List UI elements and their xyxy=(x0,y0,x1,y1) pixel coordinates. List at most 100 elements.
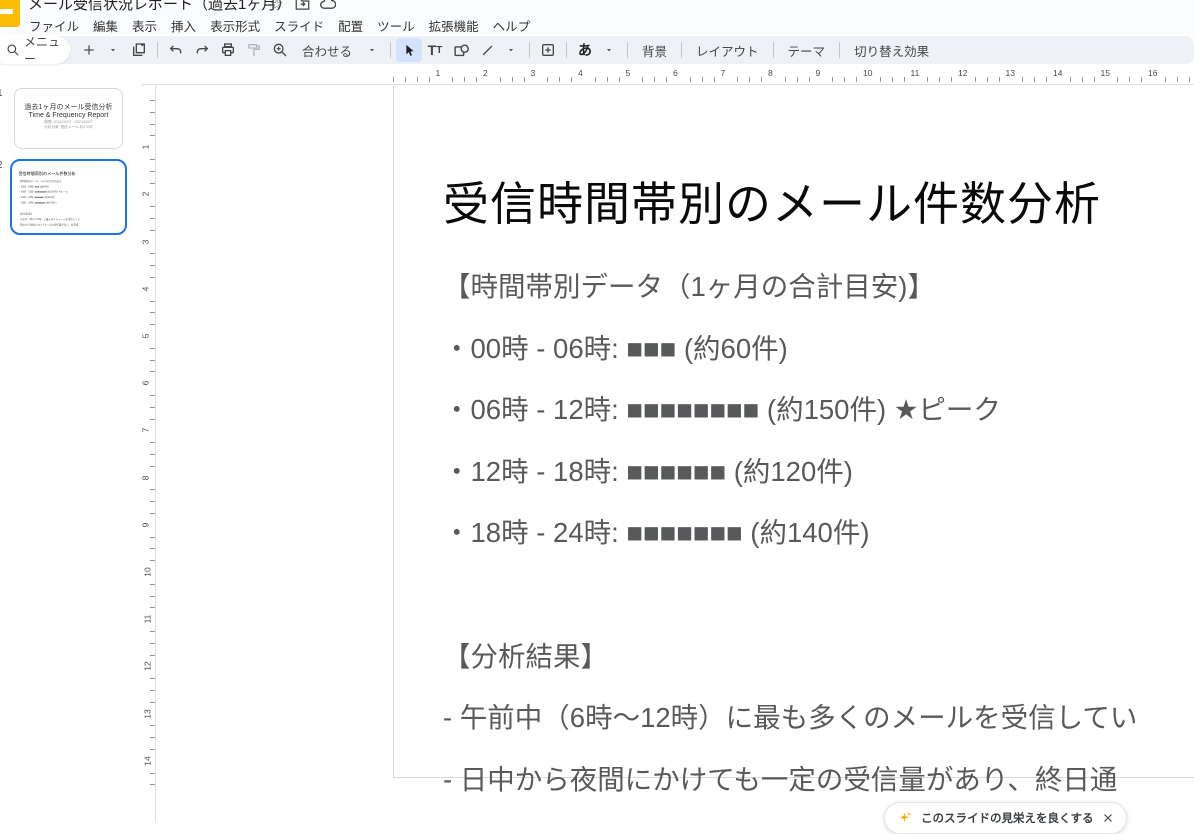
shape-tool-button[interactable] xyxy=(448,38,474,62)
polish-slide-label: このスライドの見栄えを良くする xyxy=(921,810,1094,826)
toolbar-tools: 合わせる TT あ 背景 レイアウト テーマ 切り替え効果 xyxy=(76,36,938,64)
h-ruler-number: 7 xyxy=(721,68,726,78)
vertical-ruler: 1234567891011121314 xyxy=(141,84,156,822)
slide-2-thumbnail-selected[interactable]: 受信時間帯別のメール件数分析 【時間帯別データ（1ヶ月の合計目安)】・00時 -… xyxy=(10,159,127,235)
v-ruler-number: 1 xyxy=(140,145,150,150)
search-menu-pill[interactable]: メニュー xyxy=(0,36,70,64)
line-tool-dropdown-icon[interactable] xyxy=(498,38,524,62)
v-ruler-number: 12 xyxy=(143,662,153,671)
slide-title[interactable]: 受信時間帯別のメール件数分析 xyxy=(443,168,1101,234)
menu-extensions[interactable]: 拡張機能 xyxy=(422,14,486,37)
menu-arrange[interactable]: 配置 xyxy=(331,14,370,37)
h-ruler-tick xyxy=(987,77,988,82)
insert-comment-button[interactable] xyxy=(535,38,561,62)
v-ruler-number: 3 xyxy=(140,239,150,244)
document-title[interactable]: メール受信状況レポート（過去1ヶ月） xyxy=(28,0,291,14)
thumb1-meta2: 分析対象: 受信メール 約470件 xyxy=(20,124,116,129)
v-ruler-number: 14 xyxy=(143,756,153,765)
h-ruler-tick xyxy=(714,77,715,82)
h-ruler-tick xyxy=(1022,77,1023,82)
thumb2-slide-body: 【時間帯別データ（1ヶ月の合計目安)】・00時 - 06時: ■■■ (約60件… xyxy=(18,179,80,228)
select-tool-button[interactable] xyxy=(396,38,422,62)
close-icon[interactable] xyxy=(1102,812,1114,824)
toolbar-separator xyxy=(157,42,158,58)
theme-button[interactable]: テーマ xyxy=(779,41,835,60)
toolbar-separator xyxy=(390,42,391,58)
h-ruler-number: 6 xyxy=(673,68,678,78)
layout-button[interactable]: レイアウト xyxy=(687,41,768,60)
body-line-18-24: ・18時 - 24時: ■■■■■■■ (約140件) xyxy=(443,510,1194,572)
h-ruler-tick xyxy=(524,77,525,82)
input-tools-button[interactable]: あ xyxy=(572,38,598,62)
toolbar-separator xyxy=(773,42,774,58)
h-ruler-tick xyxy=(690,77,691,82)
ruler-edge-line xyxy=(155,84,156,822)
slide-body-text[interactable]: 【時間帯別データ（1ヶ月の合計目安)】 ・00時 - 06時: ■■■ (約60… xyxy=(443,264,1194,818)
menus-search-label[interactable]: メニュー xyxy=(24,33,70,67)
new-slide-plus-button[interactable] xyxy=(76,38,102,62)
h-ruler-number: 9 xyxy=(816,68,821,78)
menu-edit[interactable]: 編集 xyxy=(86,14,125,37)
undo-button[interactable] xyxy=(163,38,189,62)
h-ruler-number: 2 xyxy=(483,68,488,78)
new-presentation-icon[interactable] xyxy=(126,38,152,62)
input-tools-dropdown-icon[interactable] xyxy=(596,38,622,62)
h-ruler-number: 15 xyxy=(1101,68,1110,78)
h-ruler-tick xyxy=(975,77,976,82)
body-line-blank xyxy=(443,572,1194,634)
h-ruler-tick xyxy=(785,77,786,82)
zoom-fit-label[interactable]: 合わせる xyxy=(293,41,361,60)
print-button[interactable] xyxy=(215,38,241,62)
transition-button[interactable]: 切り替え効果 xyxy=(845,41,938,60)
thumb1-subtitle: Time & Frequency Report xyxy=(15,112,122,119)
horizontal-ruler: 12345678910111213141516 xyxy=(0,66,1194,84)
body-line-00-06: ・00時 - 06時: ■■■ (約60件) xyxy=(443,326,1194,388)
toolbar-separator xyxy=(681,42,682,58)
body-line-analysis-heading: 【分析結果】 xyxy=(443,634,1194,696)
h-ruler-tick xyxy=(1189,77,1190,82)
new-slide-dropdown-icon[interactable] xyxy=(100,38,126,62)
menu-tools[interactable]: ツール xyxy=(370,14,422,37)
paint-format-button[interactable] xyxy=(241,38,267,62)
h-ruler-tick xyxy=(1070,77,1071,82)
h-ruler-number: 8 xyxy=(768,68,773,78)
h-ruler-tick xyxy=(393,77,394,82)
menu-view[interactable]: 表示 xyxy=(125,14,164,37)
h-ruler-tick xyxy=(607,77,608,82)
h-ruler-tick xyxy=(595,77,596,82)
polish-slide-suggestion-pill[interactable]: このスライドの見栄えを良くする xyxy=(884,802,1127,834)
h-ruler-tick xyxy=(856,77,857,82)
h-ruler-tick xyxy=(761,77,762,82)
menu-help[interactable]: ヘルプ xyxy=(486,14,538,37)
text-box-button[interactable]: TT xyxy=(422,38,448,62)
h-ruler-tick xyxy=(642,77,643,82)
move-folder-icon[interactable] xyxy=(295,0,310,10)
redo-button[interactable] xyxy=(189,38,215,62)
h-ruler-tick xyxy=(951,77,952,82)
v-ruler-number: 2 xyxy=(140,192,150,197)
star-icon[interactable]: ☆ xyxy=(270,0,283,13)
h-ruler-number: 12 xyxy=(958,68,967,78)
h-ruler-tick xyxy=(405,77,406,82)
h-ruler-tick xyxy=(571,77,572,82)
h-ruler-tick xyxy=(1046,77,1047,82)
zoom-fit-dropdown-icon[interactable] xyxy=(359,38,385,62)
h-ruler-tick xyxy=(512,77,513,82)
slide-1-thumbnail[interactable]: 過去1ヶ月のメール受信分析 Time & Frequency Report 期間… xyxy=(14,88,123,149)
menu-insert[interactable]: 挿入 xyxy=(164,14,203,37)
h-ruler-tick xyxy=(737,77,738,82)
menu-bar: ファイル 編集 表示 挿入 表示形式 スライド 配置 ツール 拡張機能 ヘルプ xyxy=(22,14,537,37)
zoom-icon[interactable] xyxy=(267,38,293,62)
menu-slide[interactable]: スライド xyxy=(267,14,331,37)
background-button[interactable]: 背景 xyxy=(633,41,676,60)
menu-format[interactable]: 表示形式 xyxy=(203,14,267,37)
slides-logo-icon[interactable] xyxy=(0,0,20,27)
search-icon[interactable] xyxy=(6,43,20,57)
toolbar-separator xyxy=(627,42,628,58)
line-tool-button[interactable] xyxy=(474,38,500,62)
toolbar-separator xyxy=(566,42,567,58)
h-ruler-tick xyxy=(904,77,905,82)
body-line-heading: 【時間帯別データ（1ヶ月の合計目安)】 xyxy=(443,264,1194,326)
cloud-status-icon[interactable] xyxy=(320,0,336,10)
h-ruler-tick xyxy=(1165,77,1166,82)
